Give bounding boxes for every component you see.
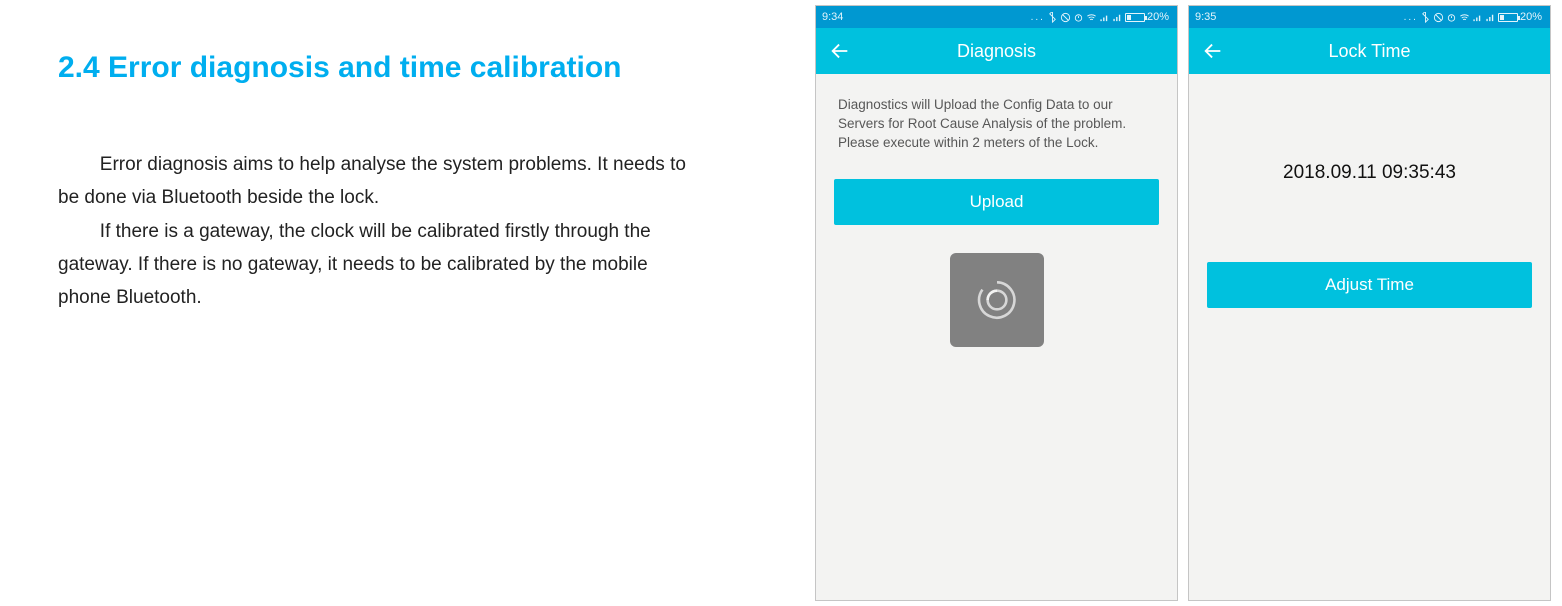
adjust-time-button[interactable]: Adjust Time: [1207, 262, 1532, 308]
doc-paragraph-1: Error diagnosis aims to help analyse the…: [58, 148, 688, 215]
alarm-icon: [1073, 12, 1084, 23]
app-bar: Lock Time: [1189, 28, 1550, 74]
status-time: 9:34: [822, 11, 843, 23]
battery-pct: 20%: [1147, 11, 1169, 23]
dnd-icon: [1433, 12, 1444, 23]
doc-paragraph-2: If there is a gateway, the clock will be…: [58, 215, 688, 315]
arrow-left-icon: [1202, 40, 1224, 62]
status-icons: ... 20%: [1031, 11, 1169, 23]
diagnosis-spinner-icon: [971, 274, 1023, 326]
signal-icon-2: [1112, 12, 1123, 23]
phone-lock-time: 9:35 ... 20% Lock Time 2018.09.11 09:35:…: [1188, 5, 1551, 601]
back-button[interactable]: [1201, 39, 1225, 63]
doc-section: 2.4 Error diagnosis and time calibration…: [58, 42, 688, 314]
dnd-icon: [1060, 12, 1071, 23]
battery-icon: [1125, 13, 1145, 22]
bluetooth-icon: [1047, 12, 1058, 23]
bluetooth-icon: [1420, 12, 1431, 23]
doc-title: 2.4 Error diagnosis and time calibration: [58, 42, 688, 93]
status-icons: ... 20%: [1404, 11, 1542, 23]
status-more-icon: ...: [1404, 12, 1418, 23]
status-time: 9:35: [1195, 11, 1216, 23]
app-bar-title: Diagnosis: [816, 41, 1177, 62]
arrow-left-icon: [829, 40, 851, 62]
app-bar: Diagnosis: [816, 28, 1177, 74]
diagnosis-icon-tile[interactable]: [950, 253, 1044, 347]
lock-time-display: 2018.09.11 09:35:43: [1189, 162, 1550, 184]
phone-diagnosis: 9:34 ... 20% Diagnosis Diagnostics will …: [815, 5, 1178, 601]
signal-icon: [1099, 12, 1110, 23]
screen-body-lock-time: 2018.09.11 09:35:43 Adjust Time: [1189, 74, 1550, 600]
wifi-icon: [1459, 12, 1470, 23]
status-bar: 9:34 ... 20%: [816, 6, 1177, 28]
back-button[interactable]: [828, 39, 852, 63]
signal-icon: [1472, 12, 1483, 23]
status-more-icon: ...: [1031, 12, 1045, 23]
signal-icon-2: [1485, 12, 1496, 23]
status-bar: 9:35 ... 20%: [1189, 6, 1550, 28]
doc-body: Error diagnosis aims to help analyse the…: [58, 148, 688, 314]
app-bar-title: Lock Time: [1189, 41, 1550, 62]
alarm-icon: [1446, 12, 1457, 23]
upload-button[interactable]: Upload: [834, 179, 1159, 225]
screen-body-diagnosis: Diagnostics will Upload the Config Data …: [816, 74, 1177, 600]
wifi-icon: [1086, 12, 1097, 23]
diagnosis-description: Diagnostics will Upload the Config Data …: [816, 74, 1177, 153]
battery-icon: [1498, 13, 1518, 22]
battery-pct: 20%: [1520, 11, 1542, 23]
phone-screenshots: 9:34 ... 20% Diagnosis Diagnostics will …: [815, 5, 1551, 601]
